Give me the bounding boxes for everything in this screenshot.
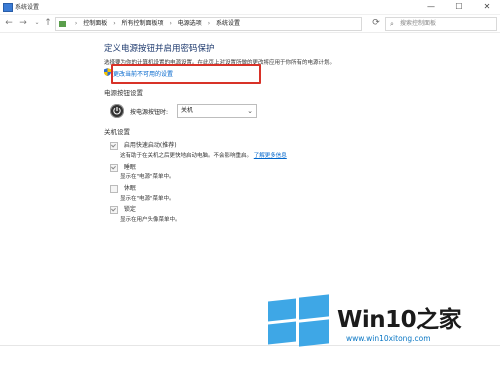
option-description: 显示在"电源"菜单中。 <box>120 196 175 202</box>
learn-more-link[interactable]: 了解更多信息 <box>254 153 287 159</box>
option-label: 锁定 <box>123 206 136 213</box>
checkbox-lock[interactable] <box>110 205 118 214</box>
minimize-button[interactable]: — <box>420 0 442 14</box>
option-label: 启用快速启动(推荐) <box>123 142 177 149</box>
uac-shield-icon <box>104 68 111 76</box>
windows-logo-icon <box>268 294 330 348</box>
watermark-url: www.win10xitong.com <box>346 334 431 343</box>
option-description: 显示在"电源"菜单中。 <box>120 174 175 180</box>
divider <box>0 345 500 346</box>
breadcrumb-item[interactable]: 电源选项 <box>178 20 202 27</box>
refresh-icon[interactable]: ⟳ <box>370 17 382 29</box>
section-title-shutdown: 关机设置 <box>104 128 130 136</box>
watermark-brand-name: Win10 <box>337 307 417 333</box>
power-icon <box>110 104 124 118</box>
select-value: 关机 <box>181 107 194 114</box>
checkbox-fast-startup[interactable] <box>110 141 118 150</box>
option-description: 显示在用户头像菜单中。 <box>120 217 181 223</box>
breadcrumb-separator: › <box>169 20 172 27</box>
option-label: 睡眠 <box>123 164 136 171</box>
control-panel-icon <box>59 20 66 27</box>
option-label: 休眠 <box>123 185 136 192</box>
option-lock[interactable]: 锁定 <box>110 204 136 214</box>
maximize-button[interactable]: ☐ <box>448 0 470 14</box>
option-fast-startup[interactable]: 启用快速启动(推荐) <box>110 140 177 150</box>
checkbox-hibernate[interactable] <box>110 184 118 193</box>
back-arrow-icon[interactable]: ← <box>3 17 15 29</box>
page-title: 定义电源按钮并启用密码保护 <box>104 44 215 54</box>
navigation-bar: ← → ⌄ ↑ › 控制面板 › 所有控制面板项 › 电源选项 › 系统设置 ⟳… <box>0 15 500 33</box>
address-bar[interactable]: › 控制面板 › 所有控制面板项 › 电源选项 › 系统设置 <box>55 17 362 31</box>
forward-arrow-icon[interactable]: → <box>17 17 29 29</box>
up-arrow-icon[interactable]: ↑ <box>42 17 54 29</box>
breadcrumb-item[interactable]: 所有控制面板项 <box>122 20 164 27</box>
chevron-down-icon: ⌄ <box>247 107 253 115</box>
breadcrumb-item[interactable]: 系统设置 <box>216 20 240 27</box>
title-bar: 系统设置 — ☐ ✕ <box>0 0 500 15</box>
option-desc-text: 这有助于在关机之后更快地启动电脑。不会影响重启。 <box>120 153 253 159</box>
watermark-brand: Win10之家 <box>337 300 462 334</box>
breadcrumb-separator: › <box>74 20 78 27</box>
option-sleep[interactable]: 睡眠 <box>110 162 136 172</box>
search-input[interactable]: ⌕ 搜索控制面板 <box>385 17 497 31</box>
checkbox-sleep[interactable] <box>110 163 118 172</box>
breadcrumb-separator: › <box>207 20 211 27</box>
power-button-label: 按电源按钮时: <box>130 109 169 116</box>
section-title-power-button: 电源按钮设置 <box>104 89 143 97</box>
close-button[interactable]: ✕ <box>476 0 498 14</box>
breadcrumb-separator: › <box>113 20 116 27</box>
power-button-action-select[interactable]: 关机 ⌄ <box>177 104 257 118</box>
search-placeholder: 搜索控制面板 <box>400 20 437 27</box>
search-icon: ⌕ <box>390 20 394 28</box>
highlight-annotation <box>111 64 261 84</box>
breadcrumb-item[interactable]: 控制面板 <box>83 20 107 27</box>
option-hibernate[interactable]: 休眠 <box>110 183 136 193</box>
control-panel-icon <box>3 3 13 12</box>
option-description: 这有助于在关机之后更快地启动电脑。不会影响重启。 了解更多信息 <box>120 151 287 159</box>
watermark-brand-suffix: 之家 <box>416 307 462 333</box>
window-title: 系统设置 <box>15 4 40 11</box>
